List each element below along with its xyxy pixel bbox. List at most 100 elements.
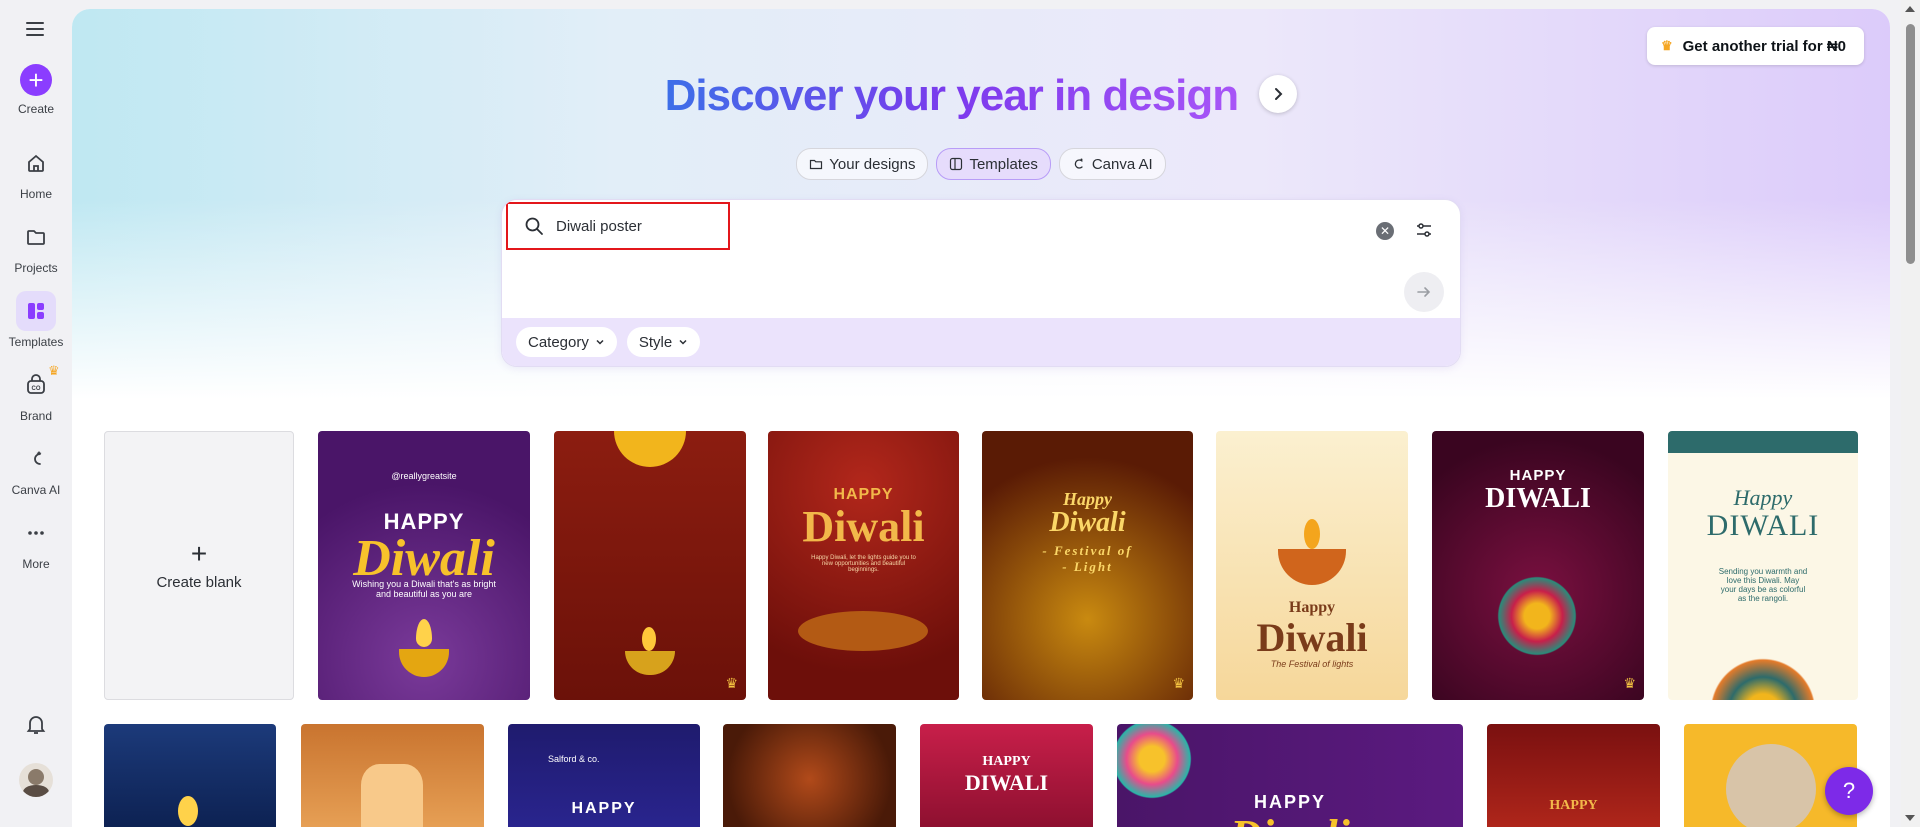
template-card[interactable] (104, 724, 276, 827)
template-card[interactable]: Salford & co. HAPPY (508, 724, 700, 827)
tab-canva-ai[interactable]: Canva AI (1058, 148, 1166, 180)
tab-your-designs[interactable]: Your designs (796, 148, 929, 180)
more-icon (16, 513, 56, 553)
header-band (1668, 431, 1858, 453)
page-title-text: Discover your year in design (664, 71, 1240, 120)
sidebar: + Create Home Projects Templates CO Bran… (0, 0, 72, 827)
search-field-highlight[interactable] (506, 202, 730, 250)
diya-shape (399, 649, 449, 677)
sidebar-item-label: Brand (19, 409, 53, 423)
page-title: Discover your year in design (72, 71, 1890, 121)
sidebar-item-projects[interactable]: Projects (0, 217, 72, 275)
title-next-button[interactable] (1259, 75, 1298, 114)
rangoli-shape (798, 611, 928, 651)
template-site: @reallygreatsite (391, 471, 457, 481)
template-card[interactable]: Happy Diwali The Festival of lights (1216, 431, 1408, 700)
template-card[interactable]: Happy DIWALI Sending you warmth and love… (1668, 431, 1858, 700)
template-card[interactable] (301, 724, 484, 827)
create-blank-label: Create blank (156, 574, 242, 591)
hamburger-menu-icon[interactable] (24, 18, 46, 45)
template-heading: Happy (1733, 485, 1793, 510)
template-card[interactable]: HAPPY (1487, 724, 1660, 827)
style-dropdown[interactable]: Style (626, 327, 701, 357)
template-site: Salford & co. (548, 754, 600, 764)
home-icon (16, 143, 56, 183)
template-subtitle: The Festival of lights (1270, 659, 1354, 669)
templates-icon (16, 291, 56, 331)
search-icon (525, 217, 543, 235)
sidebar-create-label: Create (17, 102, 55, 116)
template-title: Diwali (1256, 615, 1368, 660)
search-submit-button[interactable] (1404, 272, 1444, 312)
template-title: DIWALI (964, 770, 1049, 795)
get-trial-button[interactable]: ♛ Get another trial for ₦0 (1646, 27, 1864, 65)
template-card[interactable]: ♛ (554, 431, 746, 700)
template-heading: HAPPY (1509, 467, 1567, 484)
template-card[interactable]: HAPPY Diwali Happy Diwali, let the light… (768, 431, 959, 700)
rangoli-shape (1703, 651, 1823, 700)
crown-icon: ♛ (1172, 675, 1185, 691)
template-title: Diwali (1117, 810, 1463, 827)
bell-icon[interactable] (24, 712, 48, 741)
template-title: HAPPY (571, 800, 637, 817)
category-dropdown[interactable]: Category (516, 327, 617, 357)
photo-frame (1726, 744, 1816, 827)
canva-ai-icon (1074, 158, 1083, 169)
lantern-shape (361, 764, 423, 827)
template-title: HAPPY (1549, 798, 1598, 813)
sidebar-create[interactable]: + Create (0, 64, 72, 116)
template-subtitle: - Festival of - Light (1042, 543, 1133, 574)
scroll-down-arrow-icon[interactable] (1905, 815, 1915, 821)
scrollbar[interactable] (1901, 0, 1920, 827)
template-title: DIWALI (1706, 509, 1820, 542)
template-card[interactable]: Happy Diwali - Festival of - Light ♛ (982, 431, 1193, 700)
crown-icon: ♛ (725, 675, 738, 691)
flame-shape (1304, 519, 1320, 549)
tab-label: Canva AI (1091, 155, 1153, 173)
avatar[interactable] (19, 763, 53, 797)
chevron-down-icon (596, 339, 604, 345)
template-subtitle: Wishing you a Diwali that's as bright an… (352, 579, 496, 599)
template-card[interactable]: HAPPY Diwali (1117, 724, 1463, 827)
plus-icon: + (190, 538, 208, 569)
flower-shape (614, 431, 686, 467)
canva-ai-icon (16, 439, 56, 479)
tab-label: Your designs (829, 155, 916, 173)
search-input[interactable] (554, 216, 718, 236)
flame-shape (178, 796, 198, 826)
plus-icon: + (20, 64, 52, 96)
chevron-right-icon (1275, 88, 1283, 101)
create-blank-tile[interactable]: + Create blank (104, 431, 294, 700)
scroll-thumb[interactable] (1906, 24, 1915, 264)
sidebar-item-templates[interactable]: Templates (0, 291, 72, 349)
scroll-up-arrow-icon[interactable] (1905, 6, 1915, 12)
template-heading: HAPPY (982, 754, 1031, 769)
chip-label: Style (638, 333, 673, 351)
sidebar-item-label: Projects (14, 261, 58, 275)
template-title: DIWALI (1485, 483, 1591, 514)
sidebar-item-more[interactable]: More (0, 513, 72, 571)
template-card[interactable] (723, 724, 896, 827)
crown-icon: ♛ (1623, 675, 1636, 691)
template-card[interactable]: HAPPY DIWALI (920, 724, 1093, 827)
arrow-right-icon (1417, 287, 1431, 297)
sidebar-item-home[interactable]: Home (0, 143, 72, 201)
help-label: ? (1842, 778, 1856, 803)
main-panel: ♛ Get another trial for ₦0 Discover your… (72, 9, 1890, 827)
template-card[interactable]: HAPPY DIWALI ♛ (1432, 431, 1644, 700)
diya-shape (1278, 549, 1346, 585)
svg-text:CO: CO (32, 386, 41, 392)
template-subtitle: Sending you warmth and love this Diwali.… (1718, 567, 1808, 603)
template-title: Diwali (802, 502, 925, 551)
templates-icon (950, 157, 963, 171)
search-mode-tabs: Your designs Templates Canva AI (72, 148, 1890, 180)
crown-icon: ♛ (48, 363, 60, 378)
sidebar-item-canva-ai[interactable]: Canva AI (0, 439, 72, 497)
template-card[interactable]: @reallygreatsite HAPPY Diwali Wishing yo… (318, 431, 530, 700)
filter-settings-icon[interactable] (1412, 218, 1436, 242)
tab-templates[interactable]: Templates (936, 148, 1051, 180)
help-button[interactable]: ? (1825, 767, 1873, 815)
clear-search-icon[interactable]: ✕ (1376, 222, 1394, 240)
sidebar-item-brand[interactable]: CO Brand ♛ (0, 363, 72, 423)
sidebar-item-label: Canva AI (11, 483, 61, 497)
